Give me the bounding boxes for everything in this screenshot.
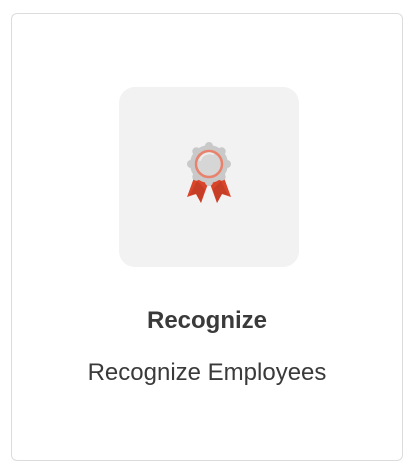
card-subtitle: Recognize Employees	[87, 359, 327, 386]
recognize-card[interactable]: Recognize Recognize Employees	[11, 13, 403, 461]
award-ribbon-icon	[187, 142, 231, 203]
card-title: Recognize	[146, 307, 268, 334]
icon-tile	[119, 87, 299, 267]
